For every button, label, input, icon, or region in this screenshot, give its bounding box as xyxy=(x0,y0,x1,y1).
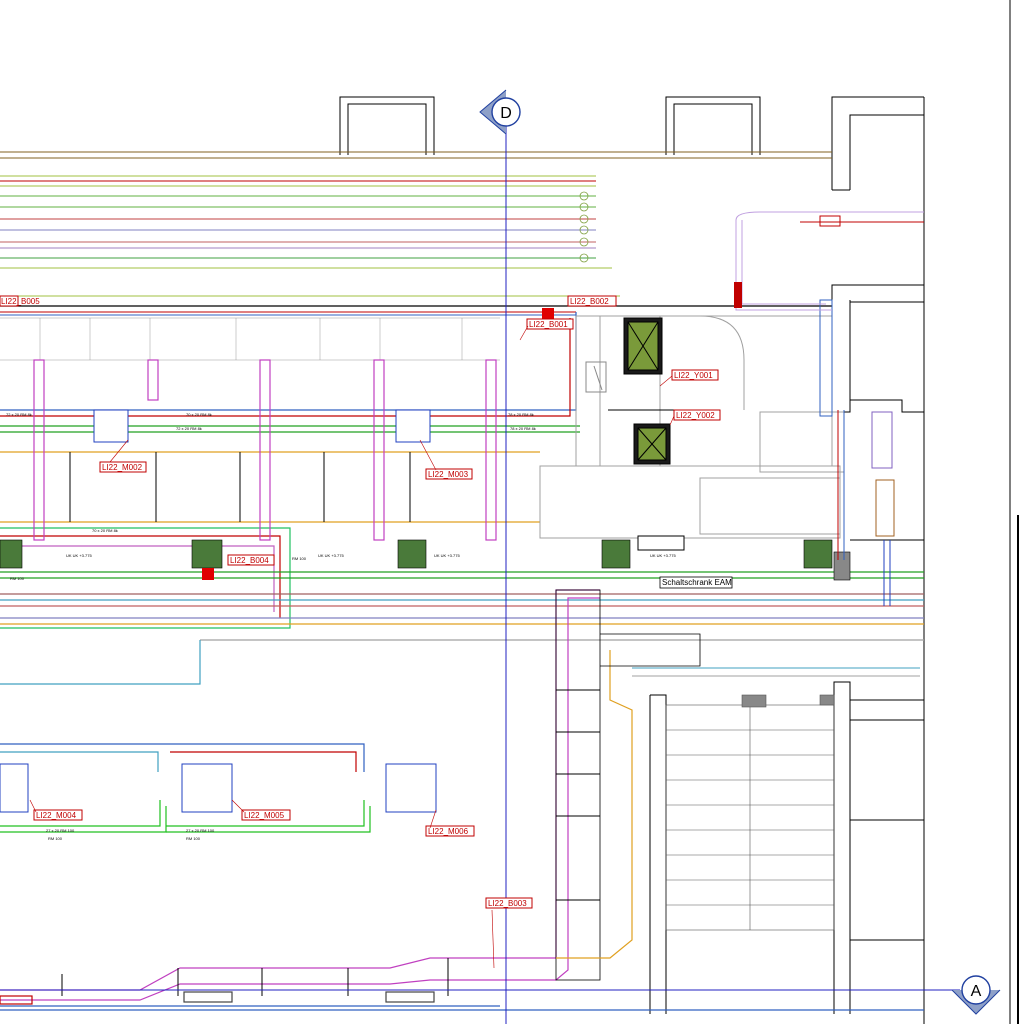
tag-li22-m002: LI22_M002 xyxy=(102,463,143,472)
tag-li22-y002: LI22_Y002 xyxy=(676,411,715,420)
control-box xyxy=(833,551,851,581)
duct-label-k: RM 100 xyxy=(10,576,25,581)
duct-label-a: 70 x 20 RM 8k xyxy=(186,412,212,417)
axis-label-d: D xyxy=(500,105,512,122)
tag-li22-b004: LI22_B004 xyxy=(230,556,269,565)
duct-label-c: 78 x 20 RM 8k xyxy=(508,412,534,417)
tag-li22-m003: LI22_M003 xyxy=(428,470,469,479)
cabinet-symbol xyxy=(637,535,685,551)
tag-li22-m006: LI22_M006 xyxy=(428,827,469,836)
duct-label-i: 70 x 20 RM 8k xyxy=(92,528,118,533)
sensor-b004 xyxy=(202,568,214,580)
duct-label-l: RM 100 xyxy=(292,556,307,561)
duct-label-e: UK UK +3.775 xyxy=(66,553,92,558)
duct-label-m: 27 x 20 RM 100 xyxy=(46,828,75,833)
tag-li22-b005: LI22_B005 xyxy=(1,297,40,306)
hvac-floor-plan: D A LI22_B005 LI22_B002 LI22_B001 LI22_Y… xyxy=(0,0,1024,1024)
tag-li22-b001: LI22_B001 xyxy=(529,320,568,329)
sensor-b001 xyxy=(542,308,554,320)
duct-label-n: 27 x 20 RM 100 xyxy=(186,828,215,833)
cabinet-label: Schaltschrank EAM xyxy=(662,578,732,587)
tag-li22-m004: LI22_M004 xyxy=(36,811,77,820)
axis-label-a: A xyxy=(971,983,982,1000)
duct-label-b: 72 x 20 RM 8k xyxy=(6,412,32,417)
duct-label-d: 78 x 20 RM 8k xyxy=(510,426,536,431)
tag-li22-b002: LI22_B002 xyxy=(570,297,609,306)
duct-label-h: UK UK +3.775 xyxy=(650,553,676,558)
tag-li22-b003: LI22_B003 xyxy=(488,899,527,908)
duct-label-j: 72 x 20 RM 8k xyxy=(176,426,202,431)
duct-label-p: RM 100 xyxy=(186,836,201,841)
duct-label-f: UK UK +3.775 xyxy=(318,553,344,558)
duct-label-o: RM 100 xyxy=(48,836,63,841)
tag-li22-y001: LI22_Y001 xyxy=(674,371,713,380)
duct-label-g: UK UK +3.775 xyxy=(434,553,460,558)
tag-li22-m005: LI22_M005 xyxy=(244,811,285,820)
